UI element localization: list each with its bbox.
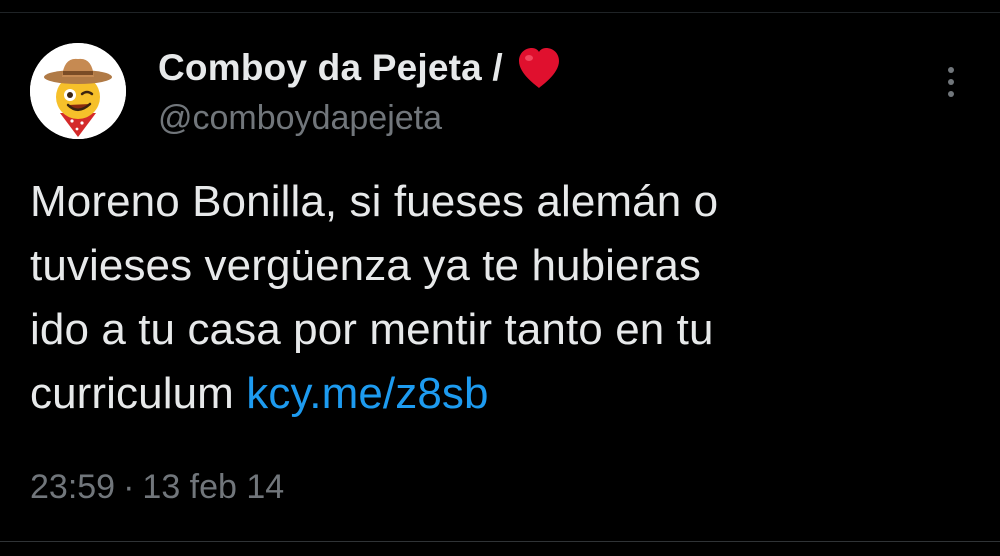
tweet-text-last-line: curriculum kcy.me/z8sb — [30, 362, 930, 426]
tweet-text: Moreno Bonilla, si fueses alemán o tuvie… — [30, 170, 930, 426]
more-dot-icon — [948, 91, 954, 97]
meta-separator: · — [123, 468, 135, 506]
tweet-link[interactable]: kcy.me/z8sb — [246, 369, 488, 418]
tweet-text-line: Moreno Bonilla, si fueses alemán o — [30, 177, 719, 226]
author-handle[interactable]: @comboydapejeta — [158, 99, 442, 138]
more-options-button[interactable] — [934, 62, 968, 102]
more-dot-icon — [948, 67, 954, 73]
top-divider — [0, 12, 1000, 13]
cowboy-emoji-avatar-icon — [30, 43, 126, 139]
bottom-divider — [0, 541, 1000, 542]
tweet-time[interactable]: 23:59 — [30, 468, 115, 507]
author-display-name[interactable]: Comboy da Pejeta / — [158, 47, 503, 89]
heart-icon — [515, 46, 563, 90]
tweet-text-line: ido a tu casa por mentir tanto en tu — [30, 305, 714, 354]
author-name-row[interactable]: Comboy da Pejeta / — [158, 44, 563, 92]
tweet-text-line: tuvieses vergüenza ya te hubieras — [30, 241, 702, 290]
tweet-text-line: curriculum — [30, 369, 234, 418]
avatar[interactable] — [30, 43, 126, 139]
tweet-timestamp[interactable]: 23:59 · 13 feb 14 — [30, 468, 284, 507]
more-dot-icon — [948, 79, 954, 85]
tweet-date[interactable]: 13 feb 14 — [142, 468, 284, 507]
